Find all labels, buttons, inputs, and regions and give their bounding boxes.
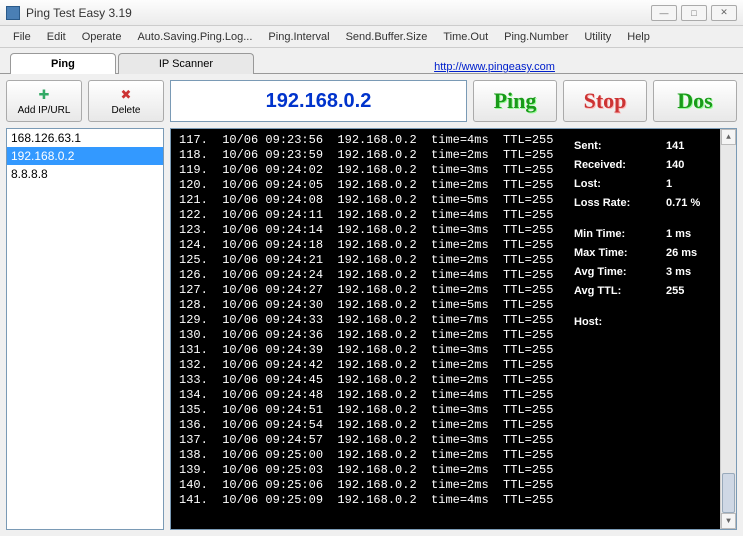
sent-value: 141	[666, 137, 722, 156]
menu-auto-saving-ping-log-[interactable]: Auto.Saving.Ping.Log...	[130, 29, 259, 45]
scroll-thumb[interactable]	[722, 473, 735, 513]
delete-ip-button[interactable]: ✖ Delete	[88, 80, 164, 122]
received-label: Received:	[574, 156, 666, 175]
window-title: Ping Test Easy 3.19	[26, 6, 651, 20]
avgtime-value: 3 ms	[666, 263, 722, 282]
avgttl-value: 255	[666, 282, 722, 301]
maximize-button[interactable]: □	[681, 5, 707, 21]
app-icon	[6, 6, 20, 20]
ip-list-item[interactable]: 8.8.8.8	[7, 165, 163, 183]
host-value	[666, 313, 722, 332]
menu-ping-number[interactable]: Ping.Number	[497, 29, 575, 45]
tab-row: Ping IP Scanner http://www.pingeasy.com	[0, 48, 743, 74]
sent-label: Sent:	[574, 137, 666, 156]
dos-button[interactable]: Dos	[653, 80, 737, 122]
stop-button[interactable]: Stop	[563, 80, 647, 122]
tab-ip-scanner[interactable]: IP Scanner	[118, 53, 254, 74]
delete-ip-label: Delete	[112, 105, 141, 116]
scroll-track[interactable]	[721, 145, 736, 513]
close-button[interactable]: ✕	[711, 5, 737, 21]
menu-send-buffer-size[interactable]: Send.Buffer.Size	[339, 29, 435, 45]
lossrate-label: Loss Rate:	[574, 194, 666, 213]
host-label: Host:	[574, 313, 666, 332]
menubar: FileEditOperateAuto.Saving.Ping.Log...Pi…	[0, 26, 743, 48]
mintime-label: Min Time:	[574, 225, 666, 244]
website-link[interactable]: http://www.pingeasy.com	[434, 61, 555, 73]
tab-ping[interactable]: Ping	[10, 53, 116, 74]
ping-log: 117. 10/06 09:23:56 192.168.0.2 time=4ms…	[179, 133, 568, 525]
menu-utility[interactable]: Utility	[577, 29, 618, 45]
minimize-button[interactable]: —	[651, 5, 677, 21]
lost-value: 1	[666, 175, 722, 194]
received-value: 140	[666, 156, 722, 175]
maxtime-value: 26 ms	[666, 244, 722, 263]
menu-file[interactable]: File	[6, 29, 38, 45]
stats-panel: Sent:141 Received:140 Lost:1 Loss Rate:0…	[568, 133, 728, 525]
ip-list-item[interactable]: 192.168.0.2	[7, 147, 163, 165]
scroll-down-button[interactable]: ▼	[721, 513, 736, 529]
ip-list-item[interactable]: 168.126.63.1	[7, 129, 163, 147]
add-ip-label: Add IP/URL	[18, 105, 71, 116]
ip-list[interactable]: 168.126.63.1192.168.0.28.8.8.8	[6, 128, 164, 530]
menu-help[interactable]: Help	[620, 29, 657, 45]
avgttl-label: Avg TTL:	[574, 282, 666, 301]
sidebar: ✚ Add IP/URL ✖ Delete 168.126.63.1192.16…	[6, 80, 164, 530]
delete-icon: ✖	[121, 87, 132, 103]
plus-icon: ✚	[39, 87, 50, 103]
menu-ping-interval[interactable]: Ping.Interval	[261, 29, 336, 45]
menu-operate[interactable]: Operate	[75, 29, 129, 45]
ip-input[interactable]: 192.168.0.2	[170, 80, 467, 122]
ping-button[interactable]: Ping	[473, 80, 557, 122]
lossrate-value: 0.71 %	[666, 194, 722, 213]
menu-time-out[interactable]: Time.Out	[436, 29, 495, 45]
avgtime-label: Avg Time:	[574, 263, 666, 282]
console-scrollbar[interactable]: ▲ ▼	[720, 129, 736, 529]
menu-edit[interactable]: Edit	[40, 29, 73, 45]
mintime-value: 1 ms	[666, 225, 722, 244]
console: 117. 10/06 09:23:56 192.168.0.2 time=4ms…	[170, 128, 737, 530]
titlebar: Ping Test Easy 3.19 — □ ✕	[0, 0, 743, 26]
add-ip-button[interactable]: ✚ Add IP/URL	[6, 80, 82, 122]
scroll-up-button[interactable]: ▲	[721, 129, 736, 145]
maxtime-label: Max Time:	[574, 244, 666, 263]
lost-label: Lost:	[574, 175, 666, 194]
